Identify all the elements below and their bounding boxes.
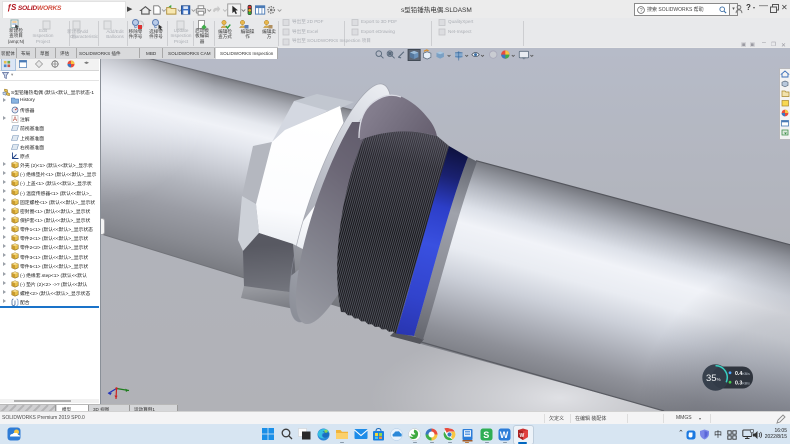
svg-text:A: A bbox=[13, 117, 17, 123]
svg-text:?: ? bbox=[640, 8, 643, 14]
svg-text:W: W bbox=[500, 430, 509, 440]
svg-text:W: W bbox=[520, 433, 525, 439]
svg-text:S: S bbox=[483, 430, 489, 440]
